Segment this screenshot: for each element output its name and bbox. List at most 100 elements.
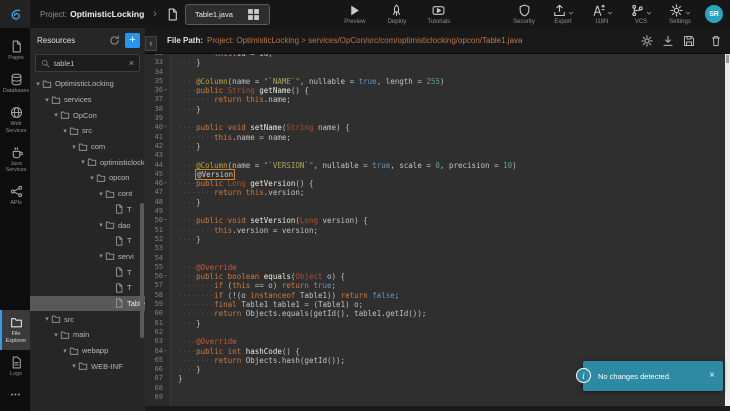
action-security[interactable]: Security xyxy=(511,4,537,25)
action-tutorials[interactable]: Tutorials xyxy=(426,4,452,25)
tree-expand-arrow-icon[interactable]: ▾ xyxy=(70,362,78,370)
tree-expand-arrow-icon[interactable]: ▾ xyxy=(79,158,87,166)
tree-expand-arrow-icon[interactable]: ▾ xyxy=(61,127,69,135)
fold-marker-icon[interactable]: - xyxy=(163,216,168,225)
code-line[interactable]: ····@Override xyxy=(178,337,725,346)
toast-close-icon[interactable]: × xyxy=(709,371,715,381)
tree-expand-arrow-icon[interactable]: ▾ xyxy=(34,80,42,88)
sidebar-item-logs[interactable]: Logs xyxy=(0,350,30,383)
code-editor[interactable]: 3233343536-37383940-414243444546-4748495… xyxy=(145,54,730,406)
tree-file-t[interactable]: T xyxy=(30,202,145,218)
tree-folder-servi[interactable]: ▾servi xyxy=(30,249,145,265)
fold-marker-icon[interactable]: - xyxy=(163,347,168,356)
code-line[interactable]: ····@Column(name = "`VERSION`", nullable… xyxy=(178,161,725,170)
sidebar-item-apis[interactable]: APIs xyxy=(0,179,30,212)
download-button[interactable] xyxy=(662,35,674,47)
panel-scrollbar[interactable] xyxy=(140,203,144,338)
tree-folder-optimisticlocking[interactable]: ▾optimisticlocking xyxy=(30,154,145,170)
editor-vertical-scrollbar[interactable] xyxy=(725,54,730,406)
open-file-tab[interactable]: Table1.java xyxy=(166,4,270,25)
scrollbar-thumb[interactable] xyxy=(726,55,729,63)
code-line[interactable] xyxy=(178,244,725,253)
code-line[interactable]: ········this.version = version; xyxy=(178,226,725,235)
code-line[interactable] xyxy=(178,114,725,123)
save-button[interactable] xyxy=(683,35,695,47)
collapse-panel-button[interactable]: ‹ xyxy=(145,36,157,51)
code-line[interactable]: ····} xyxy=(178,198,725,207)
tree-folder-webapp[interactable]: ▾webapp xyxy=(30,343,145,359)
code-line[interactable]: ········return Objects.equals(getId(), t… xyxy=(178,309,725,318)
clear-search-icon[interactable]: × xyxy=(129,59,134,68)
tree-expand-arrow-icon[interactable]: ▾ xyxy=(52,331,60,339)
code-line[interactable] xyxy=(178,68,725,77)
tree-folder-com[interactable]: ▾com xyxy=(30,139,145,155)
action-i18n[interactable]: I18N xyxy=(589,4,615,25)
sidebar-item-java-services[interactable]: Java Services xyxy=(0,140,30,180)
code-line[interactable]: ········return this.name; xyxy=(178,95,725,104)
grid-icon[interactable] xyxy=(247,8,260,21)
editor-horizontal-scrollbar[interactable] xyxy=(145,406,730,411)
fold-marker-icon[interactable]: - xyxy=(163,86,168,95)
code-line[interactable]: ········final Table1 table1 = (Table1) o… xyxy=(178,300,725,309)
action-vcs[interactable]: VCS xyxy=(628,4,654,25)
tree-file-t[interactable]: T xyxy=(30,280,145,296)
add-resource-button[interactable]: + xyxy=(125,33,140,48)
tree-folder-services[interactable]: ▾services xyxy=(30,92,145,108)
tree-folder-src[interactable]: ▾src xyxy=(30,311,145,327)
code-line[interactable]: ····public int hashCode() { xyxy=(178,347,725,356)
tree-folder-web-inf[interactable]: ▾WEB-INF xyxy=(30,358,145,374)
tree-folder-opcon[interactable]: ▾OpCon xyxy=(30,107,145,123)
resource-search-input[interactable]: table1 × xyxy=(35,54,140,72)
code-line[interactable]: ········if (this == o) return true; xyxy=(178,281,725,290)
tree-folder-src[interactable]: ▾src xyxy=(30,123,145,139)
code-line[interactable]: ····@Column(name = "`NAME`", nullable = … xyxy=(178,77,725,86)
sidebar-item-pages[interactable]: Pages xyxy=(0,34,30,67)
tree-folder-main[interactable]: ▾main xyxy=(30,327,145,343)
action-deploy[interactable]: Deploy xyxy=(384,4,410,25)
tree-expand-arrow-icon[interactable]: ▾ xyxy=(52,111,60,119)
user-avatar[interactable]: SR xyxy=(705,5,723,23)
sidebar-item-more[interactable]: ••• xyxy=(0,383,30,407)
delete-button[interactable] xyxy=(710,35,722,47)
tree-expand-arrow-icon[interactable]: ▾ xyxy=(97,252,105,260)
code-line[interactable]: ····} xyxy=(178,235,725,244)
code-line[interactable]: ····public String getName() { xyxy=(178,86,725,95)
code-line[interactable]: ····@Version xyxy=(178,170,725,179)
tree-folder-opcon[interactable]: ▾opcon xyxy=(30,170,145,186)
code-line[interactable]: ····} xyxy=(178,105,725,114)
action-settings[interactable]: Settings xyxy=(667,4,693,25)
sidebar-item-databases[interactable]: Databases xyxy=(0,67,30,100)
code-line[interactable] xyxy=(178,393,725,402)
code-line[interactable]: ········return this.version; xyxy=(178,188,725,197)
tree-expand-arrow-icon[interactable]: ▾ xyxy=(70,143,78,151)
action-export[interactable]: Export xyxy=(550,4,576,25)
code-line[interactable]: ····} xyxy=(178,319,725,328)
code-line[interactable]: ····public void setName(String name) { xyxy=(178,123,725,132)
tree-folder-cont[interactable]: ▾cont xyxy=(30,186,145,202)
tree-expand-arrow-icon[interactable]: ▾ xyxy=(97,190,105,198)
code-line[interactable]: ········this.name = name; xyxy=(178,133,725,142)
code-line[interactable]: ····} xyxy=(178,58,725,67)
code-line[interactable]: ····public void setVersion(Long version)… xyxy=(178,216,725,225)
code-line[interactable] xyxy=(178,254,725,263)
tree-folder-optimisticlocking[interactable]: ▾OptimisticLocking xyxy=(30,76,145,92)
fold-marker-icon[interactable]: - xyxy=(163,179,168,188)
sidebar-item-web-services[interactable]: Web Services xyxy=(0,100,30,140)
refresh-icon[interactable] xyxy=(108,35,120,47)
tree-expand-arrow-icon[interactable]: ▾ xyxy=(88,174,96,182)
code-line[interactable]: ····@Override xyxy=(178,263,725,272)
sidebar-item-file-explorer[interactable]: File Explorer xyxy=(0,310,30,350)
code-line[interactable]: ········if (!(o instanceof Table1)) retu… xyxy=(178,291,725,300)
tree-folder-dao[interactable]: ▾dao xyxy=(30,217,145,233)
code-line[interactable] xyxy=(178,151,725,160)
code-line[interactable]: ····public Long getVersion() { xyxy=(178,179,725,188)
tree-expand-arrow-icon[interactable]: ▾ xyxy=(43,315,51,323)
fold-marker-icon[interactable]: - xyxy=(163,272,168,281)
tree-expand-arrow-icon[interactable]: ▾ xyxy=(43,96,51,104)
tree-file-t[interactable]: T xyxy=(30,264,145,280)
code-line[interactable] xyxy=(178,328,725,337)
app-logo[interactable] xyxy=(0,0,30,28)
code-line[interactable]: ····public boolean equals(Object o) { xyxy=(178,272,725,281)
editor-settings-button[interactable] xyxy=(641,35,653,47)
tree-file-t[interactable]: T xyxy=(30,233,145,249)
